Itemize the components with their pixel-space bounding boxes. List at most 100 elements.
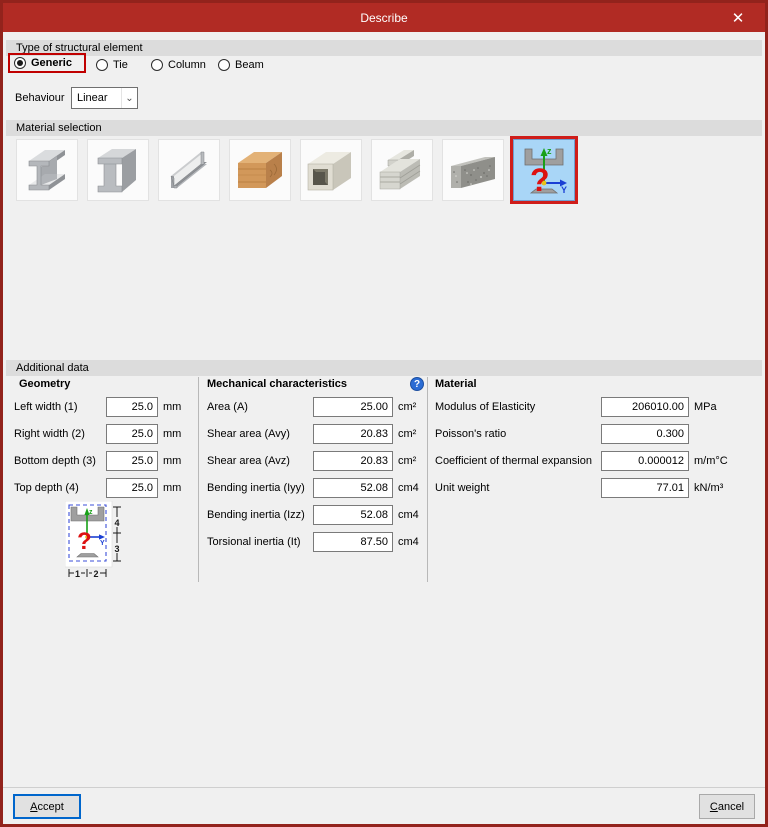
field-row: Top depth (4) mm (14, 477, 192, 498)
svg-text:Y: Y (561, 185, 567, 195)
top-depth-label: Top depth (4) (14, 481, 79, 494)
field-row: Left width (1) mm (14, 396, 192, 417)
rolled-steel-ibeam-icon[interactable] (16, 139, 78, 201)
radio-beam[interactable]: Beam (218, 55, 264, 75)
bottom-depth-unit: mm (163, 454, 182, 467)
field-row: Shear area (Avz) cm² (207, 450, 423, 471)
describe-dialog: Describe ✕ Type of structural element Ge… (0, 0, 768, 827)
left-width-unit: mm (163, 400, 182, 413)
svg-text:z: z (547, 146, 552, 156)
field-row: Unit weight kN/m³ (435, 477, 755, 498)
right-width-label: Right width (2) (14, 427, 85, 440)
svg-text:1: 1 (75, 569, 80, 579)
radio-column[interactable]: Column (151, 55, 206, 75)
section-diagram: ? z Y 4 3 1 2 (65, 501, 121, 579)
column-separator (427, 377, 428, 582)
radio-beam-label: Beam (235, 59, 264, 71)
left-width-label: Left width (1) (14, 400, 78, 413)
bending-inertia-iyy-input[interactable] (313, 477, 393, 498)
left-width-input[interactable] (106, 396, 158, 417)
modulus-elasticity-input[interactable] (601, 396, 689, 417)
shear-area-avy-label: Shear area (Avy) (207, 427, 290, 440)
cancel-button[interactable]: Cancel (699, 794, 755, 819)
cancel-button-label: Cancel (709, 800, 745, 813)
material-section-header: Material selection (6, 120, 762, 136)
right-width-input[interactable] (106, 423, 158, 444)
mechanical-column: Area (A) cm² Shear area (Avy) cm² Shear … (207, 396, 423, 558)
right-width-unit: mm (163, 427, 182, 440)
svg-text:?: ? (530, 162, 550, 197)
unit-weight-input[interactable] (601, 477, 689, 498)
top-depth-input[interactable] (106, 477, 158, 498)
thermal-expansion-label: Coefficient of thermal expansion (435, 454, 592, 467)
bottom-depth-label: Bottom depth (3) (14, 454, 96, 467)
radio-unchecked-icon (96, 59, 108, 71)
radio-column-label: Column (168, 59, 206, 71)
cold-formed-steel-icon[interactable] (158, 139, 220, 201)
behaviour-select[interactable]: Linear ⌄ (71, 87, 138, 109)
shear-area-avz-input[interactable] (313, 450, 393, 471)
bottom-depth-input[interactable] (106, 450, 158, 471)
radio-unchecked-icon (218, 59, 230, 71)
svg-text:4: 4 (114, 518, 119, 528)
unit-weight-label: Unit weight (435, 481, 490, 494)
titlebar: Describe ✕ (3, 3, 765, 32)
shear-area-avy-input[interactable] (313, 423, 393, 444)
torsional-inertia-label: Torsional inertia (It) (207, 535, 301, 548)
torsional-inertia-unit: cm4 (398, 535, 419, 548)
poissons-ratio-label: Poisson's ratio (435, 427, 507, 440)
chevron-down-icon: ⌄ (121, 88, 137, 108)
radio-checked-icon (14, 57, 26, 69)
accept-button[interactable]: Accept (13, 794, 81, 819)
field-row: Right width (2) mm (14, 423, 192, 444)
bending-inertia-izz-label: Bending inertia (Izz) (207, 508, 305, 521)
bending-inertia-izz-input[interactable] (313, 504, 393, 525)
field-row: Area (A) cm² (207, 396, 423, 417)
concrete-icon[interactable] (442, 139, 504, 201)
modulus-elasticity-unit: MPa (694, 400, 717, 413)
welded-steel-ibeam-icon[interactable] (87, 139, 149, 201)
radio-generic[interactable]: Generic (8, 53, 86, 73)
svg-text:Y: Y (100, 540, 105, 547)
shear-area-avy-unit: cm² (398, 427, 417, 440)
aluminium-extrusion-icon[interactable] (371, 139, 433, 201)
additional-section-header: Additional data (6, 360, 762, 376)
bending-inertia-izz-unit: cm4 (398, 508, 419, 521)
field-row: Bending inertia (Izz) cm4 (207, 504, 423, 525)
torsional-inertia-input[interactable] (313, 531, 393, 552)
behaviour-label: Behaviour (15, 92, 65, 104)
thermal-expansion-input[interactable] (601, 450, 689, 471)
bending-inertia-iyy-unit: cm4 (398, 481, 419, 494)
area-input[interactable] (313, 396, 393, 417)
material-column: Modulus of Elasticity MPa Poisson's rati… (435, 396, 755, 504)
geometry-column: Left width (1) mm Right width (2) mm Bot… (14, 396, 192, 504)
material-header: Material (435, 378, 477, 390)
column-separator (198, 377, 199, 582)
field-row: Modulus of Elasticity MPa (435, 396, 755, 417)
svg-text:z: z (89, 509, 93, 516)
field-row: Poisson's ratio (435, 423, 755, 444)
modulus-elasticity-label: Modulus of Elasticity (435, 400, 536, 413)
bending-inertia-iyy-label: Bending inertia (Iyy) (207, 481, 305, 494)
field-row: Torsional inertia (It) cm4 (207, 531, 423, 552)
close-icon[interactable]: ✕ (723, 3, 753, 32)
radio-tie-label: Tie (113, 59, 128, 71)
field-row: Coefficient of thermal expansion m/m°C (435, 450, 755, 471)
help-icon[interactable]: ? (410, 377, 424, 391)
hollow-box-section-icon[interactable] (300, 139, 362, 201)
timber-icon[interactable] (229, 139, 291, 201)
type-section-header: Type of structural element (6, 40, 762, 56)
geometry-header: Geometry (19, 378, 71, 390)
dialog-title: Describe (360, 10, 408, 25)
radio-tie[interactable]: Tie (96, 55, 128, 75)
field-row: Bottom depth (3) mm (14, 450, 192, 471)
area-unit: cm² (398, 400, 417, 413)
svg-text:3: 3 (114, 544, 119, 554)
poissons-ratio-input[interactable] (601, 423, 689, 444)
field-row: Shear area (Avy) cm² (207, 423, 423, 444)
generic-section-icon[interactable]: ? z Y (513, 139, 575, 201)
unit-weight-unit: kN/m³ (694, 481, 724, 494)
mechanical-header: Mechanical characteristics (207, 378, 348, 390)
shear-area-avz-unit: cm² (398, 454, 417, 467)
top-depth-unit: mm (163, 481, 182, 494)
